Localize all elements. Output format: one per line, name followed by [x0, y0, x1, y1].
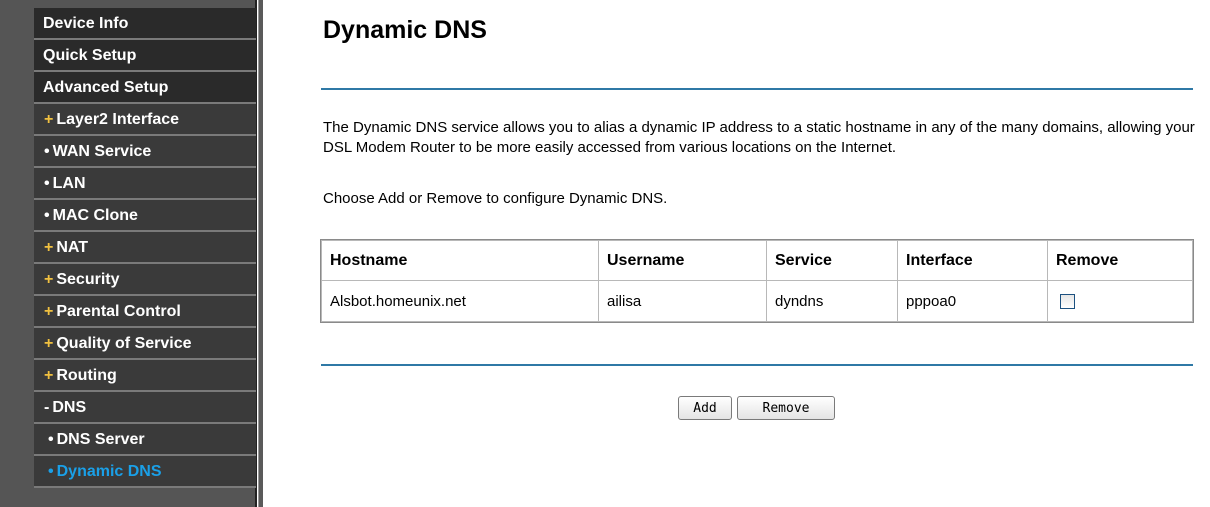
remove-checkbox[interactable]	[1060, 294, 1075, 310]
table-header-row: Hostname Username Service Interface Remo…	[321, 240, 1193, 281]
sidebar-item-mac-clone[interactable]: • MAC Clone	[34, 200, 256, 232]
sidebar-item-wan-service[interactable]: • WAN Service	[34, 136, 256, 168]
expand-plus-icon: +	[44, 111, 54, 128]
column-header-service: Service	[766, 240, 898, 281]
bullet-icon: •	[44, 143, 50, 160]
bullet-icon: •	[48, 431, 54, 448]
expand-plus-icon: +	[44, 335, 54, 352]
cell-hostname: Alsbot.homeunix.net	[321, 280, 599, 322]
column-header-interface: Interface	[897, 240, 1048, 281]
sidebar-item-quality-of-service[interactable]: + Quality of Service	[34, 328, 256, 360]
expand-plus-icon: +	[44, 303, 54, 320]
sidebar-item-label: Quality of Service	[56, 335, 192, 352]
collapse-minus-icon: -	[44, 399, 50, 416]
bullet-icon: •	[48, 463, 54, 480]
table-row: Alsbot.homeunix.net ailisa dyndns pppoa0	[321, 280, 1193, 322]
column-header-remove: Remove	[1047, 240, 1193, 281]
column-header-hostname: Hostname	[321, 240, 599, 281]
sidebar-item-label: DNS Server	[56, 431, 145, 448]
sidebar-item-nat[interactable]: + NAT	[34, 232, 256, 264]
sidebar-item-routing[interactable]: + Routing	[34, 360, 256, 392]
sidebar-item-label: Parental Control	[56, 303, 181, 320]
sidebar-item-label: Layer2 Interface	[56, 111, 180, 128]
add-button[interactable]: Add	[678, 396, 732, 420]
sidebar-item-layer2-interface[interactable]: + Layer2 Interface	[34, 104, 256, 136]
remove-button[interactable]: Remove	[737, 396, 835, 420]
ddns-table: Hostname Username Service Interface Remo…	[320, 239, 1194, 323]
sidebar-item-advanced-setup[interactable]: Advanced Setup	[34, 72, 256, 104]
sidebar-item-label: Advanced Setup	[43, 79, 169, 96]
sidebar-item-security[interactable]: + Security	[34, 264, 256, 296]
sidebar-item-label: WAN Service	[52, 143, 152, 160]
sidebar-item-label: Device Info	[43, 15, 129, 32]
sidebar-item-quick-setup[interactable]: Quick Setup	[34, 40, 256, 72]
cell-username: ailisa	[598, 280, 767, 322]
divider	[321, 88, 1193, 90]
sidebar-item-label: DNS	[52, 399, 87, 416]
page-title: Dynamic DNS	[323, 16, 487, 44]
sidebar-item-lan[interactable]: • LAN	[34, 168, 256, 200]
sidebar-item-dns-server[interactable]: • DNS Server	[34, 424, 256, 456]
sidebar-item-device-info[interactable]: Device Info	[34, 8, 256, 40]
bullet-icon: •	[44, 175, 50, 192]
sidebar-item-label: NAT	[56, 239, 89, 256]
sidebar-item-label: Security	[56, 271, 120, 288]
page: Device Info Quick Setup Advanced Setup +…	[0, 0, 1210, 507]
column-header-username: Username	[598, 240, 767, 281]
expand-plus-icon: +	[44, 239, 54, 256]
sidebar-item-label: MAC Clone	[52, 207, 138, 224]
sidebar-item-parental-control[interactable]: + Parental Control	[34, 296, 256, 328]
cell-interface: pppoa0	[897, 280, 1048, 322]
sidebar-item-label: Routing	[56, 367, 117, 384]
sidebar-item-label: Quick Setup	[43, 47, 137, 64]
sidebar-item-label: LAN	[52, 175, 86, 192]
cell-remove	[1047, 280, 1193, 322]
sidebar-nav: Device Info Quick Setup Advanced Setup +…	[0, 0, 257, 507]
sidebar-item-dns[interactable]: - DNS	[34, 392, 256, 424]
description-text: The Dynamic DNS service allows you to al…	[323, 119, 1195, 156]
divider	[321, 364, 1193, 366]
expand-plus-icon: +	[44, 271, 54, 288]
cell-service: dyndns	[766, 280, 898, 322]
expand-plus-icon: +	[44, 367, 54, 384]
sidebar-divider	[258, 0, 263, 507]
sidebar-item-label: Dynamic DNS	[56, 463, 162, 480]
instruction-text: Choose Add or Remove to configure Dynami…	[323, 190, 668, 207]
bullet-icon: •	[44, 207, 50, 224]
sidebar-item-dynamic-dns[interactable]: • Dynamic DNS	[34, 456, 256, 488]
